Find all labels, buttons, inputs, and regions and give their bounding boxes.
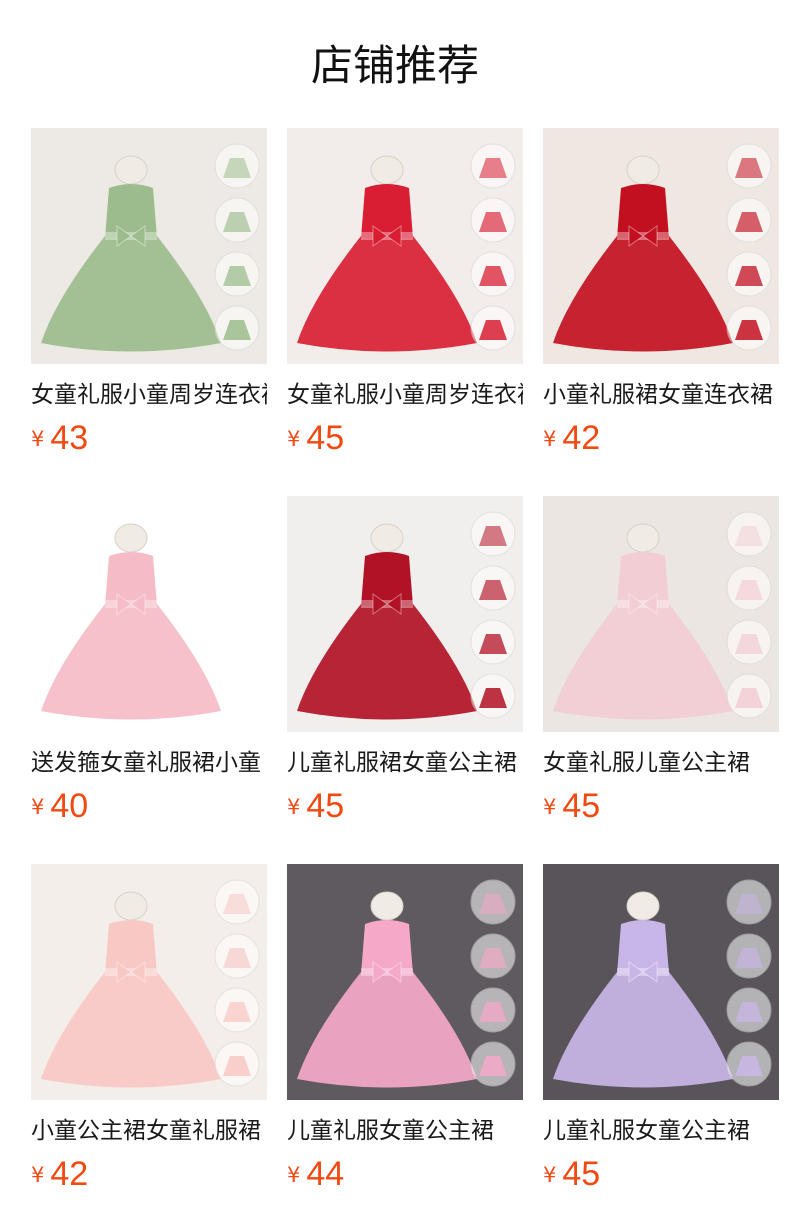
price-value: 45 — [306, 419, 345, 457]
product-name[interactable]: 女童礼服小童周岁连衣裙 — [287, 378, 523, 412]
product-name[interactable]: 女童礼服小童周岁连衣裙 — [31, 378, 267, 412]
dress-illustration — [543, 128, 779, 364]
price-value: 43 — [50, 419, 89, 457]
currency-symbol: ¥ — [543, 1163, 557, 1187]
price-value: 44 — [306, 1155, 345, 1193]
product-card[interactable]: 送发箍女童礼服裙小童 ¥40 — [31, 496, 267, 825]
dress-illustration — [31, 128, 267, 364]
product-card[interactable]: 儿童礼服裙女童公主裙 ¥45 — [287, 496, 523, 825]
currency-symbol: ¥ — [31, 1163, 45, 1187]
currency-symbol: ¥ — [287, 795, 301, 819]
product-price: ¥45 — [543, 1154, 600, 1194]
product-name[interactable]: 儿童礼服女童公主裙 — [287, 1114, 523, 1148]
dress-illustration — [287, 128, 523, 364]
price-value: 45 — [562, 787, 601, 825]
page-title: 店铺推荐 — [310, 41, 479, 90]
dress-illustration — [543, 496, 779, 732]
product-image[interactable] — [543, 864, 779, 1100]
product-name[interactable]: 小童礼服裙女童连衣裙 — [543, 378, 779, 412]
product-image[interactable] — [287, 128, 523, 364]
product-name[interactable]: 小童公主裙女童礼服裙 — [31, 1114, 267, 1148]
product-image[interactable] — [287, 864, 523, 1100]
currency-symbol: ¥ — [543, 795, 557, 819]
product-price: ¥43 — [31, 418, 88, 458]
product-image[interactable] — [31, 496, 267, 732]
product-card[interactable]: 儿童礼服女童公主裙 ¥44 — [287, 864, 523, 1193]
price-value: 42 — [562, 419, 601, 457]
product-card[interactable]: 女童礼服小童周岁连衣裙 ¥43 — [31, 128, 267, 457]
product-image[interactable] — [543, 128, 779, 364]
product-card[interactable]: 小童礼服裙女童连衣裙 ¥42 — [543, 128, 779, 457]
product-card[interactable]: 小童公主裙女童礼服裙 ¥42 — [31, 864, 267, 1193]
price-value: 45 — [562, 1155, 601, 1193]
product-name[interactable]: 儿童礼服裙女童公主裙 — [287, 746, 523, 780]
product-price: ¥45 — [543, 786, 600, 826]
product-image[interactable] — [31, 864, 267, 1100]
currency-symbol: ¥ — [543, 427, 557, 451]
product-card[interactable]: 女童礼服小童周岁连衣裙 ¥45 — [287, 128, 523, 457]
product-card[interactable]: 儿童礼服女童公主裙 ¥45 — [543, 864, 779, 1193]
price-value: 40 — [50, 787, 89, 825]
dress-illustration — [287, 864, 523, 1100]
product-name[interactable]: 送发箍女童礼服裙小童 — [31, 746, 267, 780]
product-price: ¥40 — [31, 786, 88, 826]
currency-symbol: ¥ — [287, 1163, 301, 1187]
price-value: 45 — [306, 787, 345, 825]
dress-illustration — [31, 864, 267, 1100]
currency-symbol: ¥ — [287, 427, 301, 451]
product-image[interactable] — [287, 496, 523, 732]
currency-symbol: ¥ — [31, 427, 45, 451]
dress-illustration — [287, 496, 523, 732]
price-value: 42 — [50, 1155, 89, 1193]
product-price: ¥42 — [543, 418, 600, 458]
product-name[interactable]: 儿童礼服女童公主裙 — [543, 1114, 779, 1148]
product-card[interactable]: 女童礼服儿童公主裙 ¥45 — [543, 496, 779, 825]
product-image[interactable] — [31, 128, 267, 364]
product-price: ¥42 — [31, 1154, 88, 1194]
product-image[interactable] — [543, 496, 779, 732]
product-price: ¥44 — [287, 1154, 344, 1194]
currency-symbol: ¥ — [31, 795, 45, 819]
product-name[interactable]: 女童礼服儿童公主裙 — [543, 746, 779, 780]
product-price: ¥45 — [287, 786, 344, 826]
dress-illustration — [31, 496, 267, 732]
product-price: ¥45 — [287, 418, 344, 458]
dress-illustration — [543, 864, 779, 1100]
